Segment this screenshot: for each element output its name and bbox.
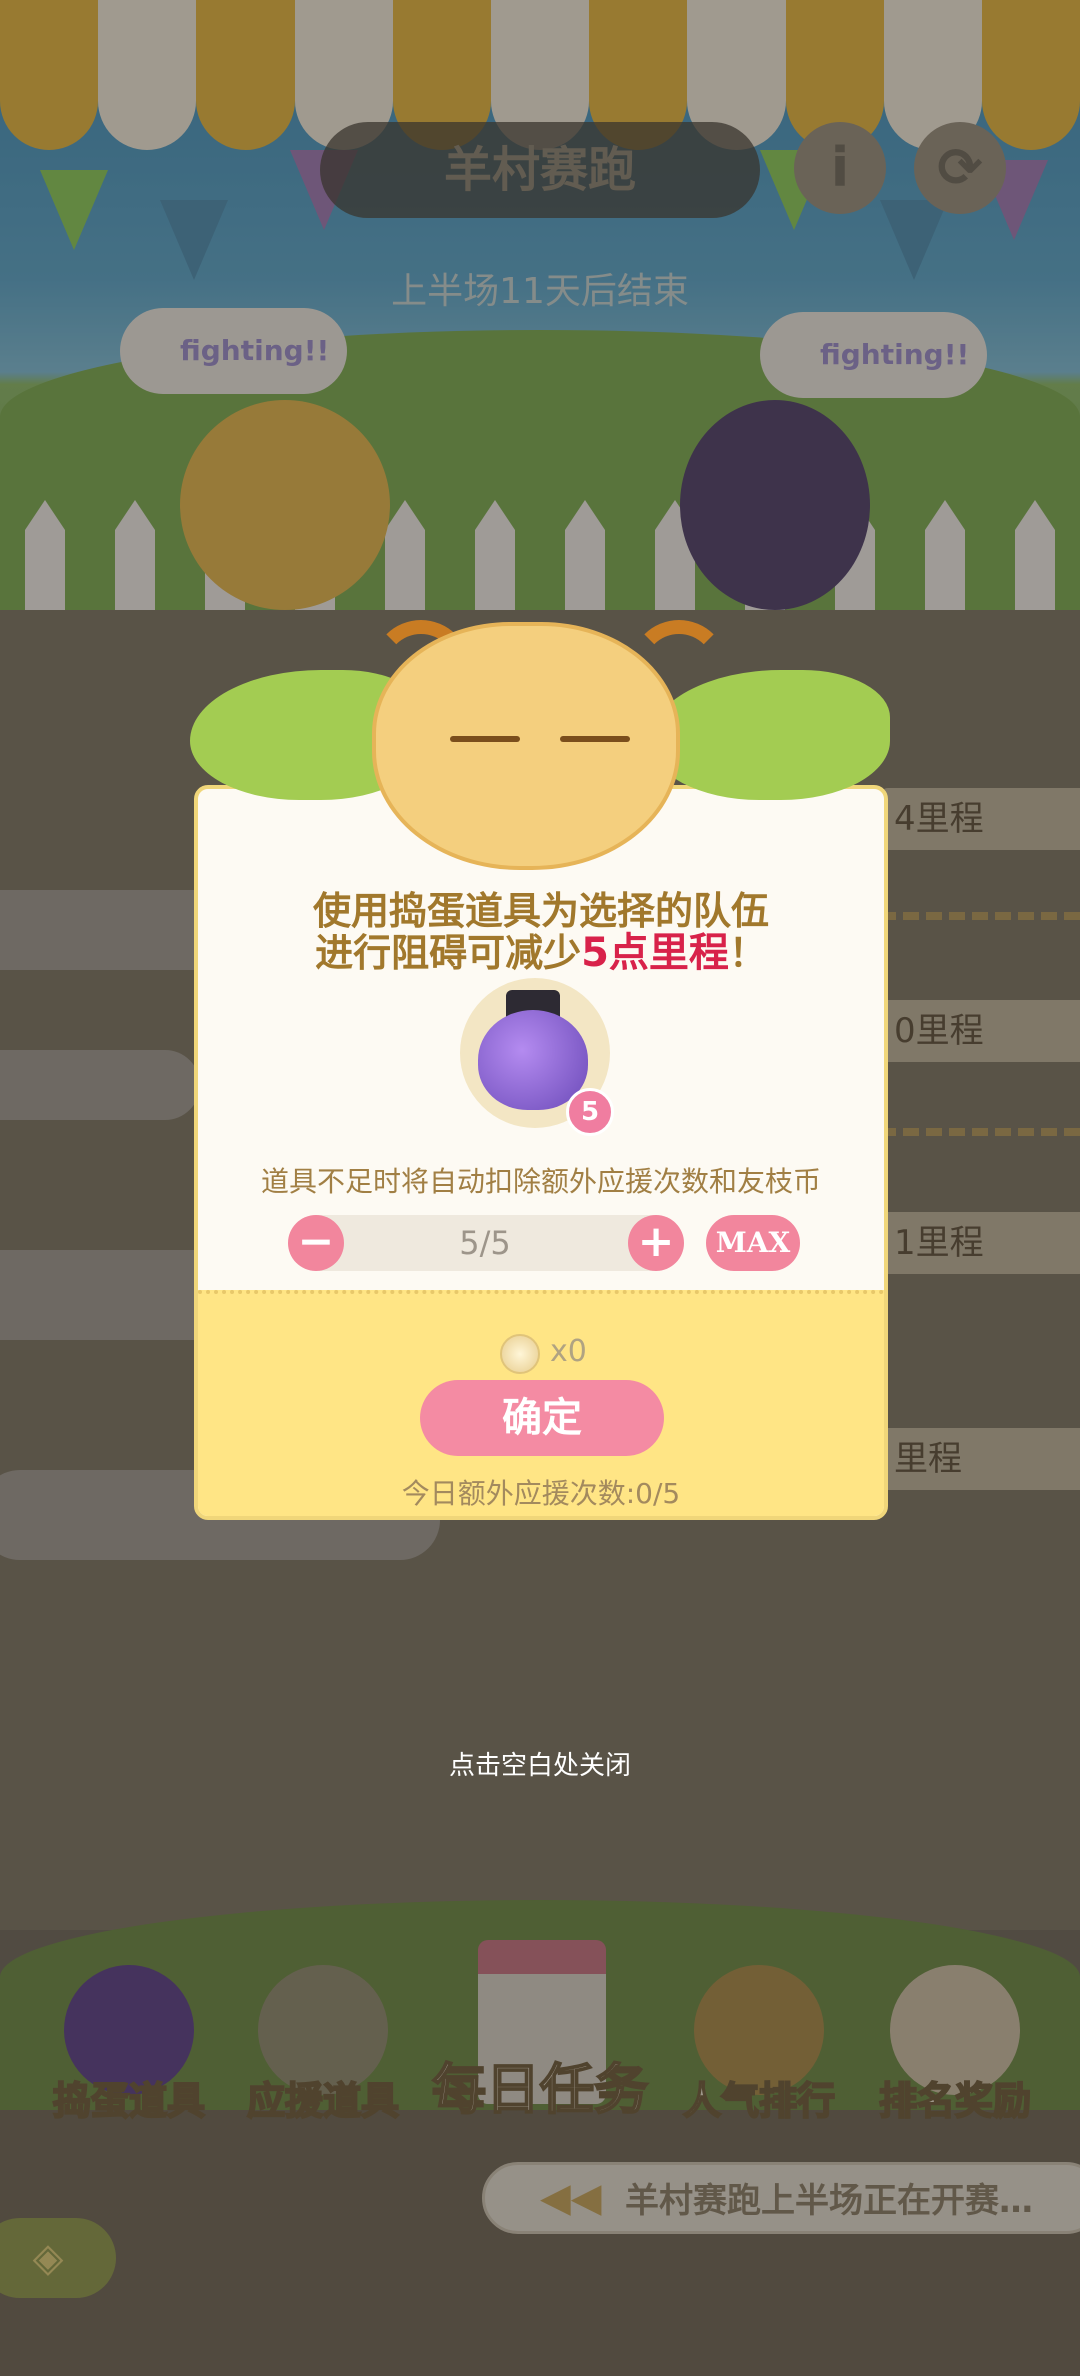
plus-button[interactable]: + xyxy=(628,1215,684,1271)
goat-eye xyxy=(450,736,520,742)
daily-extra-support-count: 今日额外应援次数:0/5 xyxy=(401,1477,681,1510)
coin-count: x0 xyxy=(550,1334,587,1369)
goat-head-decoration xyxy=(372,622,680,870)
minus-button[interactable]: − xyxy=(288,1215,344,1271)
goat-eye xyxy=(560,736,630,742)
insufficient-items-notice: 道具不足时将自动扣除额外应援次数和友枝币 xyxy=(260,1165,821,1198)
tap-to-close-hint: 点击空白处关闭 xyxy=(448,1751,631,1781)
mileage-reduction-highlight: 5点里程 xyxy=(581,930,729,976)
coin-icon xyxy=(500,1334,540,1374)
quantity-value: 5/5 xyxy=(459,1224,511,1262)
confirm-button[interactable]: 确定 xyxy=(420,1380,664,1456)
max-button[interactable]: MAX xyxy=(706,1215,800,1271)
dialog-message-line2: 进行阻碍可减少5点里程！ xyxy=(315,930,767,976)
item-count-badge: 5 xyxy=(566,1088,614,1136)
